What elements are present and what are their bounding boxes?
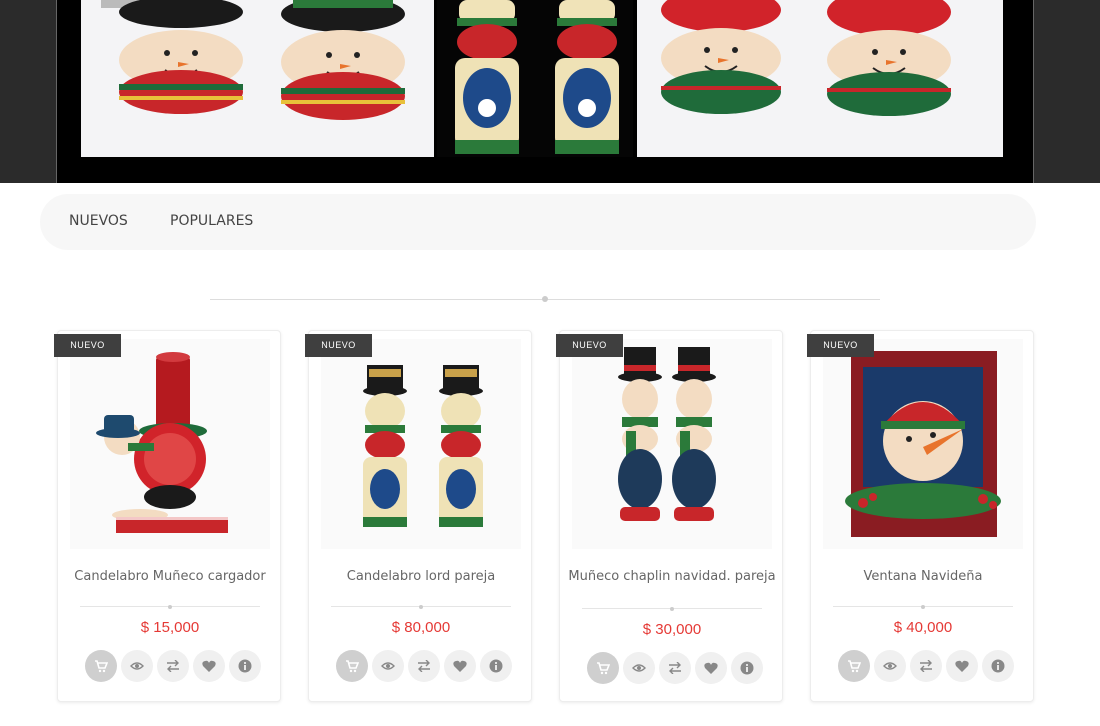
product-separator-dot bbox=[168, 604, 172, 609]
new-badge: NUEVO bbox=[807, 334, 874, 357]
product-actions bbox=[587, 652, 763, 684]
product-image[interactable] bbox=[572, 339, 772, 549]
compare-icon bbox=[920, 660, 932, 672]
add-to-cart-button[interactable] bbox=[336, 650, 368, 682]
cart-icon bbox=[346, 660, 359, 673]
quick-view-button[interactable] bbox=[121, 650, 153, 682]
new-badge: NUEVO bbox=[556, 334, 623, 357]
hero-image-candle-holders bbox=[437, 0, 633, 157]
product-tabs: NUEVOS POPULARES bbox=[40, 194, 1036, 250]
product-actions bbox=[838, 650, 1014, 682]
compare-icon bbox=[669, 662, 681, 674]
info-icon bbox=[489, 659, 503, 673]
heart-icon bbox=[955, 660, 969, 672]
wishlist-button[interactable] bbox=[946, 650, 978, 682]
new-badge: NUEVO bbox=[305, 334, 372, 357]
new-badge: NUEVO bbox=[54, 334, 121, 357]
tab-populares[interactable]: POPULARES bbox=[170, 213, 253, 229]
cart-icon bbox=[95, 660, 108, 673]
product-separator-dot bbox=[670, 606, 674, 611]
quick-view-button[interactable] bbox=[372, 650, 404, 682]
tab-nuevos[interactable]: NUEVOS bbox=[69, 213, 128, 229]
eye-icon bbox=[381, 662, 395, 670]
info-icon bbox=[991, 659, 1005, 673]
product-card[interactable]: NUEVO Candelabro Muñeco cargador $ 15,00… bbox=[54, 330, 281, 702]
add-to-cart-button[interactable] bbox=[587, 652, 619, 684]
product-price: $ 15,000 bbox=[140, 619, 200, 636]
product-name[interactable]: Muñeco chaplin navidad. pareja bbox=[568, 567, 776, 586]
info-button[interactable] bbox=[731, 652, 763, 684]
product-price: $ 80,000 bbox=[391, 619, 451, 636]
product-separator-dot bbox=[419, 604, 423, 609]
info-button[interactable] bbox=[229, 650, 261, 682]
product-image[interactable] bbox=[70, 339, 270, 549]
product-actions bbox=[85, 650, 261, 682]
product-price: $ 30,000 bbox=[642, 621, 702, 638]
product-image[interactable] bbox=[823, 339, 1023, 549]
eye-icon bbox=[130, 662, 144, 670]
compare-button[interactable] bbox=[408, 650, 440, 682]
product-separator-dot bbox=[921, 604, 925, 609]
info-button[interactable] bbox=[480, 650, 512, 682]
product-price: $ 40,000 bbox=[893, 619, 953, 636]
compare-icon bbox=[167, 660, 179, 672]
info-button[interactable] bbox=[982, 650, 1014, 682]
section-divider-dot bbox=[542, 296, 548, 302]
wishlist-button[interactable] bbox=[444, 650, 476, 682]
heart-icon bbox=[202, 660, 216, 672]
quick-view-button[interactable] bbox=[623, 652, 655, 684]
hero-banner bbox=[56, 0, 1034, 183]
product-name[interactable]: Candelabro lord pareja bbox=[317, 567, 525, 586]
compare-button[interactable] bbox=[157, 650, 189, 682]
eye-icon bbox=[883, 662, 897, 670]
wishlist-button[interactable] bbox=[193, 650, 225, 682]
quick-view-button[interactable] bbox=[874, 650, 906, 682]
cart-icon bbox=[597, 662, 610, 675]
compare-icon bbox=[418, 660, 430, 672]
product-name[interactable]: Ventana Navideña bbox=[819, 567, 1027, 586]
info-icon bbox=[238, 659, 252, 673]
eye-icon bbox=[632, 664, 646, 672]
wishlist-button[interactable] bbox=[695, 652, 727, 684]
cart-icon bbox=[848, 660, 861, 673]
compare-button[interactable] bbox=[910, 650, 942, 682]
product-name[interactable]: Candelabro Muñeco cargador bbox=[66, 567, 274, 586]
hero-image-snowmen-red-hats bbox=[637, 0, 1003, 157]
compare-button[interactable] bbox=[659, 652, 691, 684]
hero-image-snowmen-black-hats bbox=[81, 0, 434, 157]
add-to-cart-button[interactable] bbox=[85, 650, 117, 682]
product-actions bbox=[336, 650, 512, 682]
heart-icon bbox=[704, 662, 718, 674]
heart-icon bbox=[453, 660, 467, 672]
product-card[interactable]: NUEVO Ventana Navideña $ 40,000 bbox=[807, 330, 1034, 702]
product-card[interactable]: NUEVO bbox=[305, 330, 532, 702]
add-to-cart-button[interactable] bbox=[838, 650, 870, 682]
product-image[interactable] bbox=[321, 339, 521, 549]
info-icon bbox=[740, 661, 754, 675]
product-card[interactable]: NUEVO bbox=[556, 330, 783, 702]
